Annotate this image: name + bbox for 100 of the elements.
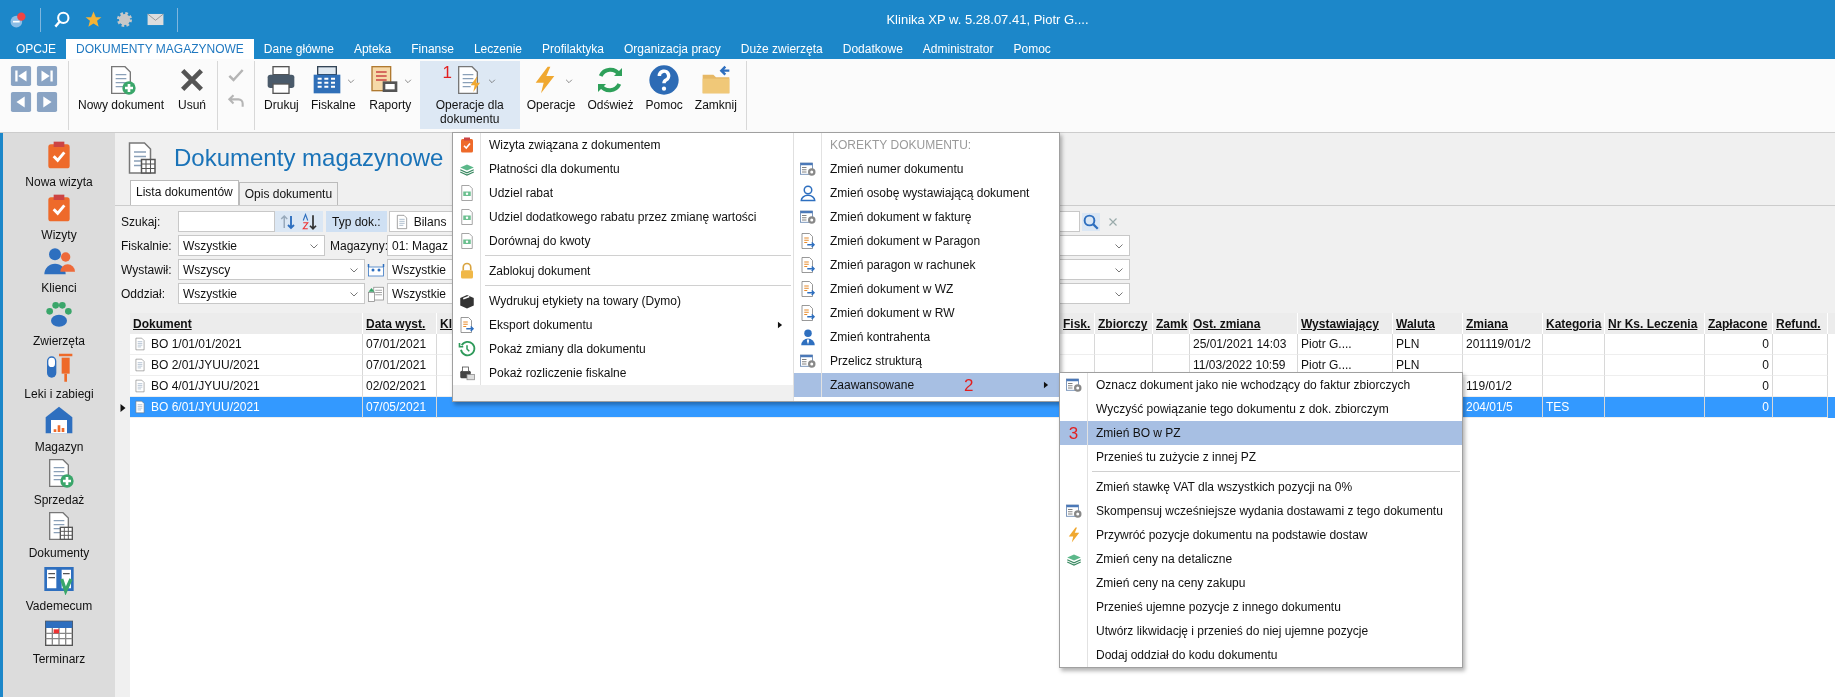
menu-item[interactable]: Oznacz dokument jako nie wchodzący do faktur zbiorczych: [1060, 373, 1462, 397]
dropdown-select[interactable]: Wszystkie: [178, 283, 365, 304]
column-header[interactable]: Zbiorczy: [1095, 313, 1153, 334]
menu-item[interactable]: Zablokuj dokument: [453, 259, 793, 283]
sidebar-item[interactable]: Zwierzęta: [7, 298, 111, 351]
sort-arrows-icon[interactable]: [279, 212, 297, 231]
search-icon[interactable]: [53, 10, 72, 29]
menu-item[interactable]: Eksport dokumentu: [453, 313, 793, 337]
table-cell-text: BO 2/01/JYUU/2021: [151, 357, 260, 374]
ribbon-tab[interactable]: Administrator: [912, 39, 1004, 59]
menu-item[interactable]: Zmień dokument w RW: [794, 301, 1059, 325]
menu-item[interactable]: 3 Zmień BO w PZ: [1060, 421, 1462, 445]
menu-item[interactable]: Zmień dokument w WZ: [794, 277, 1059, 301]
menu-item[interactable]: Zmień numer dokumentu: [794, 157, 1059, 181]
page-tab[interactable]: Opis dokumentu: [238, 182, 339, 205]
gear-icon[interactable]: [115, 10, 134, 29]
star-icon[interactable]: [84, 10, 103, 29]
menu-item[interactable]: Zaawansowane 2: [794, 373, 1059, 397]
menu-item[interactable]: Zmień ceny na ceny zakupu: [1060, 571, 1462, 595]
skip-start-icon[interactable]: [10, 65, 32, 87]
receipt-printer-icon: [457, 364, 476, 382]
document-gear-icon: [798, 208, 817, 226]
menu-item[interactable]: Skompensuj wcześniejsze wydania dostawami z tego dokumentu: [1060, 499, 1462, 523]
ribbon-button[interactable]: Zamknij: [689, 61, 742, 129]
field-label: Wystawił:: [121, 261, 173, 279]
column-header[interactable]: Dokument: [130, 313, 363, 334]
menu-item[interactable]: Zmień dokument w fakturę: [794, 205, 1059, 229]
ribbon-tab[interactable]: Finanse: [401, 39, 464, 59]
search-field[interactable]: [178, 211, 275, 232]
ribbon-button[interactable]: Operacje: [521, 61, 581, 129]
menu-item[interactable]: Płatności dla dokumentu: [453, 157, 793, 181]
column-header[interactable]: Kategoria: [1543, 313, 1605, 334]
page-title: Dokumenty magazynowe: [174, 143, 444, 173]
column-header[interactable]: Zmiana: [1463, 313, 1543, 334]
ribbon-tab[interactable]: Dane główne: [253, 39, 344, 59]
dropdown-select[interactable]: Wszyscy: [178, 259, 365, 280]
ribbon-tab[interactable]: Organizacja pracy: [614, 39, 731, 59]
skip-end-icon[interactable]: [36, 65, 58, 87]
ribbon-button[interactable]: Drukuj: [259, 61, 304, 129]
sidebar-item[interactable]: Vademecum: [7, 563, 111, 616]
column-header[interactable]: Zamk: [1153, 313, 1190, 334]
ribbon-tab[interactable]: Dodatkowe: [832, 39, 913, 59]
column-header[interactable]: Waluta: [1393, 313, 1463, 334]
menu-item[interactable]: Pokaż zmiany dla dokumentu: [453, 337, 793, 361]
previous-icon[interactable]: [10, 91, 32, 113]
sidebar-item[interactable]: Sprzedaż: [7, 457, 111, 510]
step-number: 1: [442, 64, 452, 81]
dropdown-select[interactable]: Wszystkie: [178, 235, 325, 256]
sort-alpha-icon[interactable]: [301, 212, 319, 231]
menu-item[interactable]: Przywróć pozycje dokumentu na podstawie dostaw: [1060, 523, 1462, 547]
ribbon-tab[interactable]: OPCJE: [6, 39, 66, 59]
menu-item[interactable]: Zmień ceny na detaliczne: [1060, 547, 1462, 571]
menu-item[interactable]: Utwórz likwidację i przenieś do niej ujemne pozycje: [1060, 619, 1462, 643]
ribbon-button[interactable]: Fiskalne: [305, 61, 361, 129]
sidebar-item[interactable]: Magazyn: [7, 404, 111, 457]
menu-item[interactable]: Zmień paragon w rachunek: [794, 253, 1059, 277]
document-icon: [133, 358, 147, 372]
menu-item[interactable]: Wizyta związana z dokumentem: [453, 133, 793, 157]
document-gear-icon: [1064, 502, 1083, 520]
ribbon-tab[interactable]: Duże zwierzęta: [730, 39, 833, 59]
sidebar-item[interactable]: Klienci: [7, 245, 111, 298]
ribbon-button[interactable]: Raporty: [362, 61, 418, 129]
sidebar-item[interactable]: Nowa wizyta: [7, 139, 111, 192]
ribbon-button[interactable]: Pomoc: [640, 61, 688, 129]
ribbon-button[interactable]: Odśwież: [582, 61, 639, 129]
sidebar-item[interactable]: Terminarz: [7, 616, 111, 669]
menu-item[interactable]: Dodaj oddział do kodu dokumentu: [1060, 643, 1462, 667]
search-icon[interactable]: [1081, 212, 1100, 231]
next-icon[interactable]: [36, 91, 58, 113]
sidebar-item[interactable]: Wizyty: [7, 192, 111, 245]
ribbon-tab[interactable]: Profilaktyka: [532, 39, 614, 59]
menu-item[interactable]: Udziel rabat: [453, 181, 793, 205]
menu-item[interactable]: Dorównaj do kwoty: [453, 229, 793, 253]
column-header[interactable]: Refund.: [1773, 313, 1828, 334]
menu-item[interactable]: Udziel dodatkowego rabatu przez zmianę wartości: [453, 205, 793, 229]
sidebar-item[interactable]: Dokumenty: [7, 510, 111, 563]
sidebar-item[interactable]: Leki i zabiegi: [7, 351, 111, 404]
page-tab[interactable]: Lista dokumentów: [130, 180, 239, 205]
column-header[interactable]: Wystawiający: [1298, 313, 1393, 334]
menu-item[interactable]: Zmień stawkę VAT dla wszystkich pozycji na 0%: [1060, 475, 1462, 499]
menu-item[interactable]: Przenieś tu zużycie z innej PZ: [1060, 445, 1462, 469]
column-header[interactable]: Nr Ks. Leczenia: [1605, 313, 1705, 334]
menu-item[interactable]: Przenieś ujemne pozycje z innego dokumentu: [1060, 595, 1462, 619]
ribbon-tab[interactable]: DOKUMENTY MAGAZYNOWE: [66, 39, 254, 59]
ribbon-button[interactable]: Nowy dokument: [73, 61, 170, 129]
menu-item[interactable]: Zmień dokument w Paragon: [794, 229, 1059, 253]
ribbon-tab[interactable]: Leczenie: [463, 39, 532, 59]
menu-item[interactable]: Zmień osobę wystawiającą dokument: [794, 181, 1059, 205]
column-header[interactable]: Ost. zmiana: [1190, 313, 1298, 334]
ribbon-tab[interactable]: Apteka: [343, 39, 402, 59]
ribbon-tab[interactable]: Pomoc: [1003, 39, 1061, 59]
ribbon-button[interactable]: 1 Operacje dla dokumentu: [419, 61, 520, 129]
column-header[interactable]: Data wyst.: [363, 313, 437, 334]
menu-item[interactable]: Wydrukuj etykiety na towary (Dymo): [453, 289, 793, 313]
table-cell-text: Piotr G....: [1301, 357, 1352, 374]
column-header[interactable]: Zapłacone: [1705, 313, 1773, 334]
table-cell-text: TES: [1546, 399, 1570, 416]
table-cell-text: 02/02/2021: [366, 378, 427, 395]
menu-item[interactable]: Zmień kontrahenta: [794, 325, 1059, 349]
ribbon-button[interactable]: Usuń: [171, 61, 214, 129]
